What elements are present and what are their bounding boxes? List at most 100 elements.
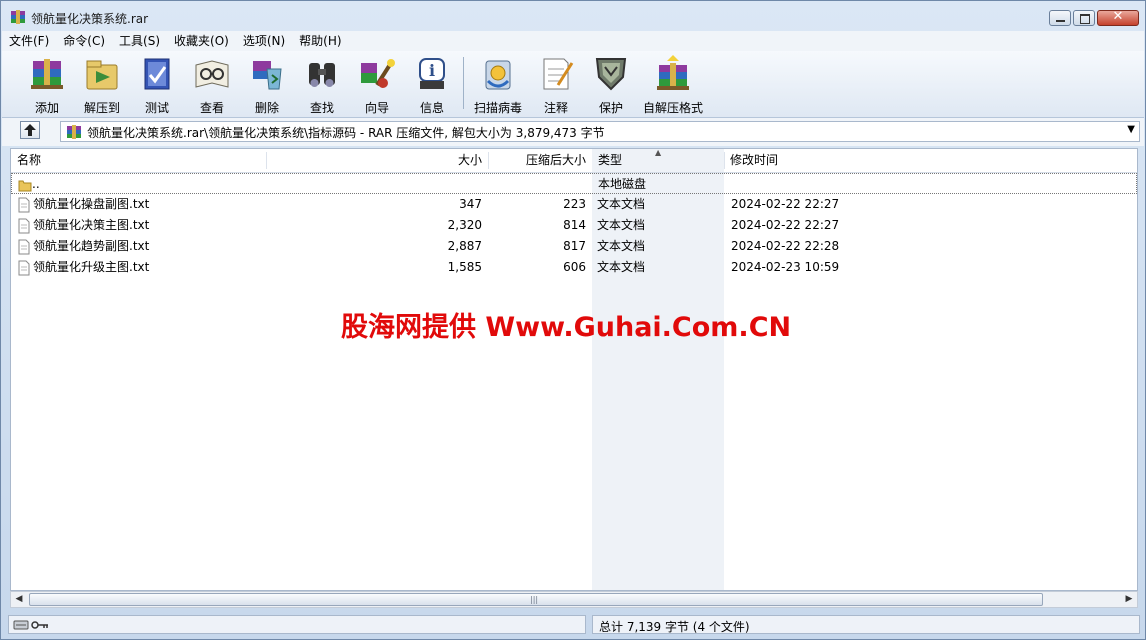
svg-text:i: i (429, 61, 435, 80)
file-name: 领航量化趋势副图.txt (33, 239, 150, 253)
view-icon (195, 60, 229, 88)
text-file-icon (18, 197, 30, 213)
list-item[interactable]: 领航量化决策主图.txt 2,320 814 文本文档 2024-02-22 2… (11, 215, 1137, 236)
protect-button[interactable]: 保护 (583, 55, 639, 115)
add-archive-icon (31, 59, 63, 89)
menu-file[interactable]: 文件(F) (2, 31, 56, 51)
info-icon: i (419, 58, 445, 89)
info-button[interactable]: i 信息 (404, 55, 460, 115)
file-packed-size: 606 (563, 260, 586, 274)
rar-archive-icon (11, 10, 25, 24)
test-button[interactable]: 测试 (129, 55, 185, 115)
add-button[interactable]: 添加 (19, 55, 75, 115)
up-folder-button[interactable] (20, 121, 40, 139)
view-label: 查看 (199, 101, 224, 115)
wizard-button[interactable]: 向导 (349, 55, 405, 115)
list-item[interactable]: 领航量化趋势副图.txt 2,887 817 文本文档 2024-02-22 2… (11, 236, 1137, 257)
file-name: 领航量化决策主图.txt (33, 218, 150, 232)
menu-tools[interactable]: 工具(S) (112, 31, 167, 51)
minimize-button[interactable] (1049, 10, 1071, 26)
dropdown-arrow-icon[interactable]: ▼ (1127, 124, 1135, 135)
protect-icon (595, 58, 627, 91)
column-name[interactable]: 名称 (11, 149, 266, 172)
column-modified[interactable]: 修改时间 (724, 149, 924, 172)
test-icon (144, 58, 170, 90)
sfx-button[interactable]: 自解压格式 (638, 55, 708, 115)
file-list[interactable]: 名称 大小 压缩后大小 类型 ▲ 修改时间 .. 本地磁盘 领航量化操盘副图.t… (10, 148, 1138, 591)
menu-options[interactable]: 选项(N) (236, 31, 292, 51)
extract-to-icon (86, 60, 118, 90)
delete-button[interactable]: 删除 (239, 55, 295, 115)
test-label: 测试 (144, 101, 169, 115)
grip-icon: ||| (530, 595, 539, 604)
scroll-right-icon[interactable]: ▶ (1121, 592, 1137, 607)
file-modified: 2024-02-23 10:59 (731, 260, 840, 274)
up-arrow-icon (24, 124, 36, 136)
text-file-icon (18, 239, 30, 255)
view-button[interactable]: 查看 (184, 55, 240, 115)
file-size: 1,585 (447, 260, 482, 274)
find-icon (309, 63, 335, 87)
comment-icon (543, 58, 574, 90)
winrar-window: 领航量化决策系统.rar ✕ 文件(F) 命令(C) 工具(S) 收藏夹(O) … (0, 0, 1146, 640)
file-name: .. (32, 177, 40, 191)
close-icon: ✕ (1112, 9, 1124, 24)
watermark-text: 股海网提供 Www.Guhai.Com.CN (341, 312, 792, 343)
file-size: 2,320 (447, 218, 482, 232)
menu-favorites[interactable]: 收藏夹(O) (167, 31, 236, 51)
list-item[interactable]: 领航量化操盘副图.txt 347 223 文本文档 2024-02-22 22:… (11, 194, 1137, 215)
drive-key-icon[interactable] (13, 617, 53, 633)
status-summary-panel: 总计 7,139 字节 (4 个文件) (592, 615, 1140, 634)
delete-label: 删除 (254, 101, 279, 115)
wizard-label: 向导 (364, 101, 389, 115)
sfx-icon (657, 55, 689, 90)
scroll-left-icon[interactable]: ◀ (11, 592, 27, 607)
menu-commands[interactable]: 命令(C) (56, 31, 112, 51)
file-type: 本地磁盘 (598, 177, 647, 191)
text-file-icon (18, 218, 30, 234)
maximize-button[interactable] (1073, 10, 1095, 26)
comment-label: 注释 (543, 101, 568, 115)
virus-scan-icon (485, 60, 511, 90)
add-label: 添加 (34, 101, 59, 115)
file-size: 347 (459, 197, 482, 211)
rar-archive-icon (67, 125, 81, 139)
list-header: 名称 大小 压缩后大小 类型 ▲ 修改时间 (11, 148, 1137, 173)
text-file-icon (18, 260, 30, 276)
sfx-label: 自解压格式 (642, 101, 703, 115)
address-bar: 领航量化决策系统.rar\领航量化决策系统\指标源码 - RAR 压缩文件, 解… (2, 118, 1144, 146)
file-packed-size: 817 (563, 239, 586, 253)
toolbar-separator (463, 57, 464, 109)
toolbar: 添加 解压到 测试 查看 删除 查找 向导 i 信息 扫描病毒 注释 保护 自解… (2, 51, 1144, 118)
title-bar[interactable]: 领航量化决策系统.rar ✕ (1, 1, 1145, 31)
path-combobox[interactable]: 领航量化决策系统.rar\领航量化决策系统\指标源码 - RAR 压缩文件, 解… (60, 121, 1140, 142)
menu-help[interactable]: 帮助(H) (292, 31, 348, 51)
list-item-parent-folder[interactable]: .. 本地磁盘 (11, 173, 1137, 194)
file-type: 文本文档 (597, 260, 646, 274)
close-button[interactable]: ✕ (1097, 9, 1139, 26)
file-size: 2,887 (447, 239, 482, 253)
file-name: 领航量化操盘副图.txt (33, 197, 150, 211)
extract-to-label: 解压到 (83, 101, 120, 115)
file-packed-size: 814 (563, 218, 586, 232)
file-type: 文本文档 (597, 239, 646, 253)
list-item[interactable]: 领航量化升级主图.txt 1,585 606 文本文档 2024-02-23 1… (11, 257, 1137, 278)
status-icons-panel (8, 615, 586, 634)
extract-to-button[interactable]: 解压到 (74, 55, 130, 115)
find-button[interactable]: 查找 (294, 55, 350, 115)
wizard-icon (361, 59, 395, 88)
comment-button[interactable]: 注释 (528, 55, 584, 115)
virus-scan-button[interactable]: 扫描病毒 (468, 55, 528, 115)
file-modified: 2024-02-22 22:27 (731, 197, 840, 211)
column-packed[interactable]: 压缩后大小 (488, 149, 592, 172)
maximize-icon (1080, 14, 1090, 24)
info-label: 信息 (419, 101, 444, 115)
menu-bar: 文件(F) 命令(C) 工具(S) 收藏夹(O) 选项(N) 帮助(H) (2, 31, 1144, 51)
scrollbar-thumb[interactable]: ||| (29, 593, 1043, 606)
horizontal-scrollbar[interactable]: ◀ ||| ▶ (10, 591, 1138, 608)
column-size[interactable]: 大小 (266, 149, 488, 172)
window-title: 领航量化决策系统.rar (31, 12, 149, 26)
file-name: 领航量化升级主图.txt (33, 260, 150, 274)
protect-label: 保护 (598, 101, 623, 115)
file-packed-size: 223 (563, 197, 586, 211)
